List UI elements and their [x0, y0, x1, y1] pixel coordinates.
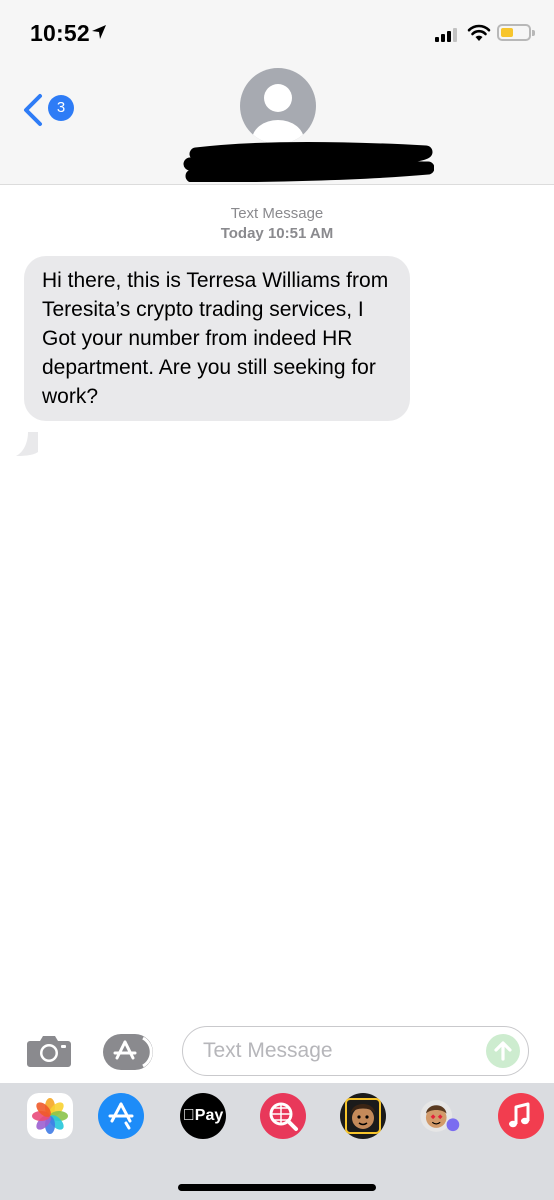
timestamp-time: 10:51 AM	[267, 225, 334, 242]
contact-avatar[interactable]	[240, 68, 316, 144]
cellular-signal-icon	[435, 28, 457, 42]
memoji-icon[interactable]	[340, 1093, 386, 1139]
bubble-tail	[16, 432, 38, 456]
message-input-placeholder: Text Message	[203, 1039, 333, 1062]
app-store-icon[interactable]	[98, 1093, 144, 1139]
person-silhouette-icon	[252, 84, 304, 144]
arrow-up-icon	[494, 1041, 512, 1061]
home-indicator[interactable]	[178, 1184, 376, 1191]
message-meta: Text Message Today 10:51 AM	[0, 204, 554, 244]
apple-logo-icon: 	[183, 1107, 195, 1124]
battery-icon	[497, 24, 535, 41]
music-icon[interactable]	[498, 1093, 544, 1139]
location-arrow-icon	[92, 25, 106, 39]
message-input[interactable]: Text Message	[182, 1026, 529, 1076]
wifi-icon	[467, 24, 491, 41]
web-images-icon[interactable]	[260, 1093, 306, 1139]
send-button[interactable]	[486, 1034, 520, 1068]
unread-count-badge[interactable]: 3	[48, 95, 74, 121]
status-time: 10:52	[30, 20, 90, 46]
apple-pay-icon[interactable]: Pay	[180, 1093, 226, 1139]
animoji-stickers-icon[interactable]	[418, 1093, 464, 1139]
photos-app-icon[interactable]	[27, 1093, 73, 1139]
apple-pay-label: Pay	[188, 1107, 223, 1124]
app-store-toggle-icon[interactable]	[103, 1034, 155, 1070]
redaction-scribble	[183, 142, 434, 182]
incoming-message-bubble[interactable]: Hi there, this is Terresa Williams from …	[24, 256, 410, 421]
camera-icon[interactable]	[26, 1032, 72, 1068]
timestamp-day: Today	[220, 225, 264, 242]
message-type-label: Text Message	[230, 205, 324, 222]
message-timestamp: Today 10:51 AM	[0, 224, 554, 244]
